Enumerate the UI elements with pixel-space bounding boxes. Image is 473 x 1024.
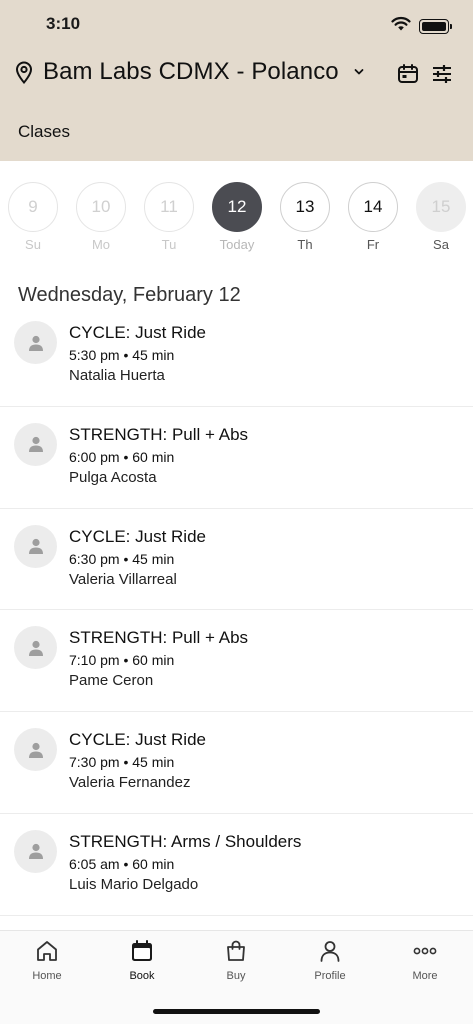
class-instructor: Natalia Huerta (69, 367, 165, 384)
tab-label: More (412, 970, 438, 982)
class-time: 7:10 pm • 60 min (69, 652, 175, 669)
class-row[interactable]: STRENGTH: Pull + Abs 7:10 pm • 60 min Pa… (0, 610, 473, 713)
date-strip: 9 Su 10 Mo 11 Tu 12 Today 13 Th 14 Fr 15… (0, 180, 473, 256)
status-icons (391, 16, 452, 36)
class-instructor: Luis Mario Delgado (69, 875, 199, 893)
wifi-icon (391, 16, 411, 36)
person-icon (28, 742, 43, 758)
day-15[interactable]: 15 Sa (415, 182, 467, 252)
day-11[interactable]: 11 Tu (143, 182, 195, 252)
class-row[interactable]: CYCLE: Just Ride 7:30 pm • 45 min Valeri… (0, 712, 473, 814)
tab-buy[interactable]: Buy (206, 938, 266, 982)
home-indicator (153, 1009, 320, 1014)
chevron-down-icon (353, 66, 365, 78)
home-icon (34, 938, 60, 964)
day-12-today[interactable]: 12 Today (211, 182, 263, 252)
day-label: Today (219, 237, 255, 252)
class-instructor: Valeria Fernandez (69, 774, 191, 792)
class-name: STRENGTH: Pull + Abs (69, 628, 249, 648)
header-actions (397, 63, 453, 85)
class-list: CYCLE: Just Ride 5:30 pm • 45 min Natali… (0, 305, 473, 916)
tab-profile[interactable]: Profile (300, 938, 360, 982)
day-number: 12 (212, 182, 262, 232)
class-instructor: Pame Ceron (69, 672, 154, 690)
tab-label: Home (32, 970, 62, 982)
instructor-avatar (14, 422, 57, 466)
instructor-avatar (14, 829, 57, 873)
class-time: 7:30 pm • 45 min (69, 754, 175, 771)
class-name: CYCLE: Just Ride (69, 526, 206, 546)
date-heading: Wednesday, February 12 (18, 284, 241, 306)
tab-book[interactable]: Book (112, 938, 172, 982)
person-icon (28, 538, 43, 555)
day-label: Fr (366, 237, 380, 252)
person-icon (28, 437, 43, 453)
location-pin-icon (14, 60, 34, 84)
class-name: CYCLE: Just Ride (69, 323, 206, 342)
person-icon (28, 844, 43, 860)
person-icon (317, 938, 343, 964)
shopping-bag-icon (223, 938, 249, 964)
tab-label: Profile (314, 970, 346, 982)
class-name: CYCLE: Just Ride (69, 730, 206, 750)
day-10[interactable]: 10 Mo (75, 182, 127, 252)
tab-label: Buy (226, 970, 246, 982)
day-number: 13 (280, 182, 330, 232)
day-label: Th (297, 237, 313, 252)
day-number: 15 (416, 182, 466, 232)
class-time: 6:30 pm • 45 min (69, 550, 175, 567)
day-13[interactable]: 13 Th (279, 182, 331, 252)
day-number: 11 (144, 182, 194, 232)
tab-more[interactable]: More (395, 938, 455, 982)
day-9[interactable]: 9 Su (7, 182, 59, 252)
class-time: 5:30 pm • 45 min (69, 347, 175, 363)
day-number: 9 (8, 182, 58, 232)
filter-sliders-icon[interactable] (431, 63, 453, 85)
status-time: 3:10 (46, 14, 81, 33)
calendar-icon[interactable] (397, 63, 419, 85)
class-row[interactable]: CYCLE: Just Ride 6:30 pm • 45 min Valeri… (0, 509, 473, 611)
location-selector[interactable]: Bam Labs CDMX - Polanco (14, 58, 365, 86)
class-name: STRENGTH: Pull + Abs (69, 424, 249, 444)
day-label: Tu (161, 237, 177, 252)
battery-icon (419, 18, 452, 34)
day-label: Sa (433, 237, 449, 252)
day-14[interactable]: 14 Fr (347, 182, 399, 252)
class-instructor: Valeria Villarreal (69, 570, 177, 588)
instructor-avatar (14, 524, 57, 568)
person-icon (28, 640, 43, 656)
class-row[interactable]: CYCLE: Just Ride 5:30 pm • 45 min Natali… (0, 305, 473, 407)
instructor-avatar (14, 321, 57, 364)
day-label: Mo (91, 237, 111, 252)
class-name: STRENGTH: Arms / Shoulders (69, 831, 302, 851)
class-instructor: Pulga Acosta (69, 468, 157, 486)
tab-home[interactable]: Home (17, 938, 77, 982)
class-time: 6:05 am • 60 min (69, 855, 175, 872)
class-row[interactable]: STRENGTH: Pull + Abs 6:00 pm • 60 min Pu… (0, 407, 473, 509)
ellipsis-icon (412, 938, 438, 964)
header: 3:10 Bam Labs CDMX - Polanco Clases (0, 0, 473, 161)
tab-label: Book (129, 970, 155, 982)
person-icon (28, 335, 43, 351)
class-time: 6:00 pm • 60 min (69, 448, 175, 465)
class-row[interactable]: STRENGTH: Arms / Shoulders 6:05 am • 60 … (0, 814, 473, 916)
calendar-icon (129, 938, 155, 964)
day-number: 14 (348, 182, 398, 232)
instructor-avatar (14, 728, 57, 772)
instructor-avatar (14, 626, 57, 670)
location-name: Bam Labs CDMX - Polanco (43, 58, 339, 85)
section-title: Clases (18, 122, 70, 141)
day-label: Su (25, 237, 41, 252)
day-number: 10 (76, 182, 126, 232)
